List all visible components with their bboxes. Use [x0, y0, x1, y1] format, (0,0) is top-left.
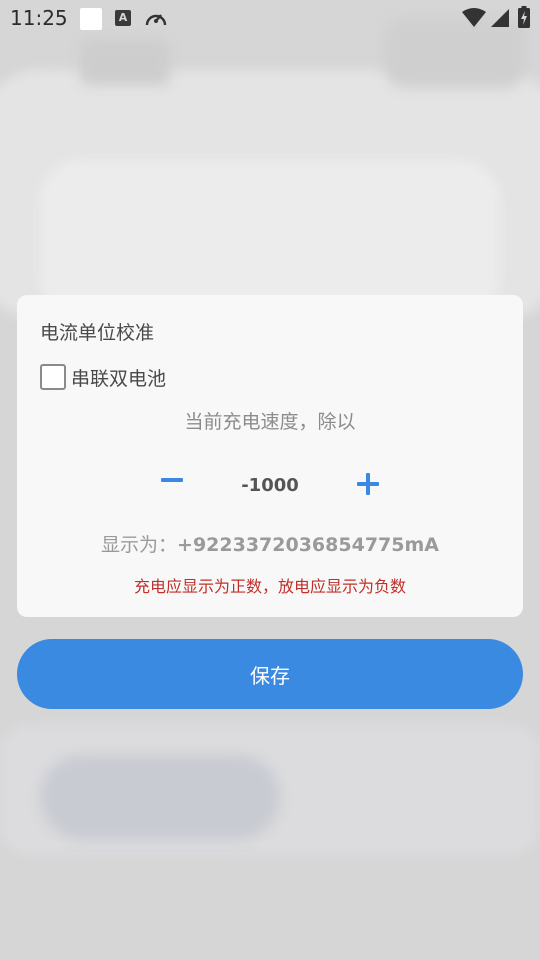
signal-icon	[491, 9, 509, 27]
display-value: +9223372036854775mA	[177, 534, 439, 556]
save-button[interactable]: 保存	[17, 639, 523, 709]
divisor-value: -1000	[241, 475, 299, 496]
dual-battery-checkbox[interactable]	[40, 364, 66, 390]
display-prefix: 显示为：	[101, 534, 178, 556]
calibration-dialog: 电流单位校准 串联双电池 当前充电速度，除以 -1000 显示为：+922337…	[17, 295, 523, 617]
accessibility-a-icon: A	[115, 10, 131, 26]
status-bar: 11:25 A	[0, 0, 540, 36]
divide-hint: 当前充电速度，除以	[184, 411, 356, 433]
notification-icon	[80, 8, 102, 30]
dual-battery-checkbox-label[interactable]: 串联双电池	[71, 364, 166, 391]
wifi-icon	[462, 8, 486, 27]
dialog-title: 电流单位校准	[40, 322, 155, 344]
gauge-icon	[145, 14, 167, 26]
save-button-label: 保存	[250, 663, 290, 688]
decrease-button[interactable]	[158, 465, 188, 495]
display-preview: 显示为：+9223372036854775mA	[17, 530, 523, 557]
battery-charging-icon	[518, 6, 530, 28]
background-shape	[80, 40, 170, 85]
increase-button[interactable]	[353, 469, 383, 499]
status-time: 11:25	[10, 6, 68, 30]
background-shape	[40, 755, 280, 840]
sign-warning: 充电应显示为正数，放电应显示为负数	[133, 577, 406, 596]
